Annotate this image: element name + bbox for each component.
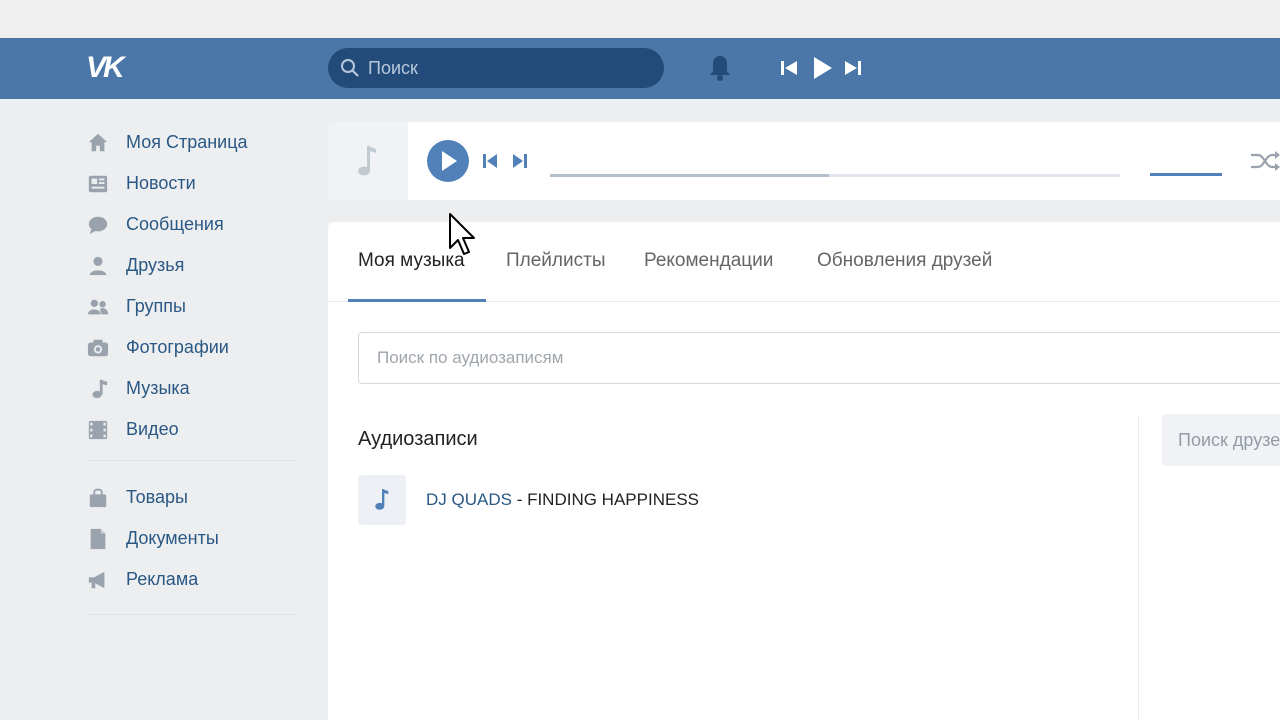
friend-search-box[interactable] xyxy=(1162,414,1280,466)
window-top-strip xyxy=(0,0,1280,38)
player-volume-slider[interactable] xyxy=(1150,173,1222,176)
video-film-icon xyxy=(86,418,110,442)
sidebar-item-market[interactable]: Товары xyxy=(86,477,306,518)
column-divider xyxy=(1138,416,1139,720)
track-title: FINDING HAPPINESS xyxy=(527,490,699,509)
music-tabs: Моя музыка Плейлисты Рекомендации Обновл… xyxy=(328,222,1280,302)
top-header: VK xyxy=(0,38,1280,99)
left-sidebar: Моя Страница Новости Сообщения Друзья Гр… xyxy=(86,122,306,615)
header-search-input[interactable] xyxy=(368,48,648,88)
sidebar-item-video[interactable]: Видео xyxy=(86,409,306,450)
music-note-icon xyxy=(375,489,389,510)
sidebar-item-label: Моя Страница xyxy=(126,132,248,152)
active-tab-underline xyxy=(348,299,486,302)
track-separator: - xyxy=(511,490,528,509)
play-icon xyxy=(442,151,457,171)
header-play-icon[interactable] xyxy=(810,55,834,81)
sidebar-item-my-page[interactable]: Моя Страница xyxy=(86,122,306,163)
audio-player xyxy=(328,122,1280,200)
header-prev-track-icon[interactable] xyxy=(778,57,800,79)
sidebar-item-photos[interactable]: Фотографии xyxy=(86,327,306,368)
tab-playlists[interactable]: Плейлисты xyxy=(506,250,605,272)
sidebar-item-music[interactable]: Музыка xyxy=(86,368,306,409)
sidebar-item-label: Сообщения xyxy=(126,214,224,234)
sidebar-item-label: Товары xyxy=(126,487,188,507)
friend-search-input[interactable] xyxy=(1178,414,1280,466)
search-icon xyxy=(341,59,359,77)
sidebar-item-label: Группы xyxy=(126,296,186,316)
messages-icon xyxy=(86,213,110,237)
player-progress-bar[interactable] xyxy=(550,174,1120,177)
sidebar-item-news[interactable]: Новости xyxy=(86,163,306,204)
sidebar-item-label: Документы xyxy=(126,528,219,548)
header-search[interactable] xyxy=(328,48,664,88)
player-play-button[interactable] xyxy=(427,140,469,182)
sidebar-item-friends[interactable]: Друзья xyxy=(86,245,306,286)
music-main-panel: Моя музыка Плейлисты Рекомендации Обновл… xyxy=(328,222,1280,720)
sidebar-item-label: Фотографии xyxy=(126,337,229,357)
sidebar-item-label: Друзья xyxy=(126,255,185,275)
player-prev-track-icon[interactable] xyxy=(480,151,500,171)
notifications-bell-icon[interactable] xyxy=(707,54,733,82)
sidebar-item-label: Новости xyxy=(126,173,196,193)
player-next-track-icon[interactable] xyxy=(510,151,530,171)
sidebar-item-label: Реклама xyxy=(126,569,199,589)
document-icon xyxy=(86,527,110,551)
player-cover xyxy=(328,122,408,200)
sidebar-item-label: Музыка xyxy=(126,378,190,398)
groups-icon xyxy=(86,295,110,319)
friend-icon xyxy=(86,254,110,278)
tab-friends-updates[interactable]: Обновления друзей xyxy=(817,250,992,272)
sidebar-item-messages[interactable]: Сообщения xyxy=(86,204,306,245)
music-note-icon xyxy=(358,146,376,176)
vk-logo[interactable]: VK xyxy=(86,52,136,84)
tab-recommendations[interactable]: Рекомендации xyxy=(644,250,773,272)
player-progress-fill xyxy=(550,174,830,177)
tab-my-music[interactable]: Моя музыка xyxy=(358,250,465,272)
audio-search-box[interactable] xyxy=(358,332,1280,384)
home-icon xyxy=(86,131,110,155)
sidebar-item-label: Видео xyxy=(126,419,179,439)
sidebar-item-groups[interactable]: Группы xyxy=(86,286,306,327)
news-icon xyxy=(86,172,110,196)
track-cover[interactable] xyxy=(358,475,406,525)
shopping-bag-icon xyxy=(86,486,110,510)
camera-icon xyxy=(86,336,110,360)
track-artist-link[interactable]: DJ QUADS xyxy=(426,490,512,510)
sidebar-item-ads[interactable]: Реклама xyxy=(86,559,306,600)
sidebar-divider xyxy=(86,614,296,615)
section-title: Аудиозаписи xyxy=(358,428,478,450)
megaphone-icon xyxy=(86,568,110,592)
music-note-icon xyxy=(86,377,110,401)
audio-search-input[interactable] xyxy=(377,333,1257,383)
audio-track-row[interactable]: DJ QUADS - FINDING HAPPINESS xyxy=(358,475,699,525)
shuffle-icon[interactable] xyxy=(1250,150,1280,172)
sidebar-item-documents[interactable]: Документы xyxy=(86,518,306,559)
header-next-track-icon[interactable] xyxy=(842,57,864,79)
sidebar-divider xyxy=(86,460,296,461)
